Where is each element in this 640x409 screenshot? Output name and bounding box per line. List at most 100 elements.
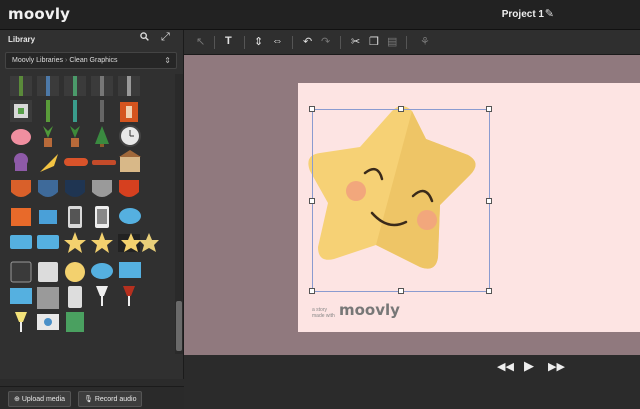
graphics-grid bbox=[0, 74, 176, 354]
graphic-thumb-chat[interactable] bbox=[91, 263, 113, 279]
graphic-thumb-pencil-5[interactable] bbox=[118, 76, 140, 96]
graphic-thumb-bubble-2[interactable] bbox=[37, 235, 59, 249]
graphic-thumb-cart[interactable] bbox=[39, 210, 57, 224]
redo-icon[interactable]: ↷ bbox=[321, 35, 330, 48]
resize-handle-nw[interactable] bbox=[309, 106, 315, 112]
graphic-thumb-pencil-4[interactable] bbox=[91, 76, 113, 96]
resize-handle-sw[interactable] bbox=[309, 288, 315, 294]
undo-icon[interactable]: ↶ bbox=[303, 35, 312, 48]
resize-handle-n[interactable] bbox=[398, 106, 404, 112]
graphic-thumb-pen-teal[interactable] bbox=[73, 100, 77, 122]
playback-bar: ◀◀ ▶ ▶▶ bbox=[184, 355, 640, 379]
record-label: Record audio bbox=[94, 396, 137, 403]
toolbar-divider bbox=[292, 36, 293, 49]
play-icon[interactable]: ▶ bbox=[524, 358, 534, 374]
resize-handle-s[interactable] bbox=[398, 288, 404, 294]
graphic-thumb-tablet-2[interactable] bbox=[38, 262, 58, 282]
graphic-thumb-shield-grey[interactable] bbox=[92, 180, 112, 197]
graphic-thumb-screen-2[interactable] bbox=[10, 288, 32, 304]
graphics-thumbnails bbox=[10, 76, 159, 332]
graphic-thumb-phone-2[interactable] bbox=[95, 206, 109, 228]
resize-handle-se[interactable] bbox=[486, 288, 492, 294]
fast-forward-icon[interactable]: ▶▶ bbox=[548, 360, 565, 373]
resize-handle-w[interactable] bbox=[309, 198, 315, 204]
cut-icon[interactable]: ✂ bbox=[351, 35, 360, 48]
graphic-thumb-tablet-1[interactable] bbox=[10, 261, 32, 283]
resize-handle-ne[interactable] bbox=[486, 106, 492, 112]
graphic-thumb-plant-1[interactable] bbox=[43, 126, 53, 147]
graphic-thumb-pencil-1[interactable] bbox=[10, 76, 32, 96]
graphic-thumb-piggy-bank[interactable] bbox=[11, 129, 31, 145]
graphic-thumb-star-2[interactable] bbox=[91, 232, 113, 253]
graphic-thumb-shield-orange[interactable] bbox=[11, 180, 31, 197]
graphic-thumb-extinguisher[interactable] bbox=[120, 102, 138, 122]
graphic-thumb-map[interactable] bbox=[37, 314, 59, 330]
rewind-icon[interactable]: ◀◀ bbox=[497, 360, 514, 373]
graphic-thumb-building[interactable] bbox=[119, 150, 141, 172]
breadcrumb-current[interactable]: Clean Graphics bbox=[69, 57, 117, 64]
graphic-thumb-sign[interactable] bbox=[10, 100, 32, 122]
graphic-thumb-plant-2[interactable] bbox=[70, 126, 80, 147]
graphic-thumb-pencil-3[interactable] bbox=[64, 76, 86, 96]
text-tool-icon[interactable]: T bbox=[225, 35, 232, 47]
align-horizontal-icon[interactable]: ⇔ bbox=[272, 35, 283, 47]
graphic-thumb-calculator[interactable] bbox=[66, 312, 84, 332]
library-breadcrumb[interactable]: Moovly Libraries › Clean Graphics ⇕ bbox=[5, 52, 177, 69]
toolbar-divider bbox=[214, 36, 215, 49]
toolbar-divider bbox=[244, 36, 245, 49]
resize-handle-e[interactable] bbox=[486, 198, 492, 204]
media-footer: ⊕ Upload media 🎙 Record audio bbox=[0, 386, 184, 409]
record-audio-button[interactable]: 🎙 Record audio bbox=[78, 391, 143, 407]
edit-pencil-icon[interactable]: ✎ bbox=[545, 7, 554, 20]
top-bar: moovly Project 1 ✎ bbox=[0, 0, 640, 30]
graphic-thumb-shield-red[interactable] bbox=[119, 180, 139, 197]
app-logo[interactable]: moovly bbox=[8, 5, 70, 23]
project-title[interactable]: Project 1 bbox=[502, 9, 544, 20]
graphic-thumb-hat[interactable] bbox=[65, 262, 85, 282]
library-scrollbar[interactable] bbox=[175, 74, 183, 354]
graphic-thumb-shopping-bag[interactable] bbox=[11, 208, 31, 226]
graphic-thumb-radiator[interactable] bbox=[37, 287, 59, 309]
upload-media-button[interactable]: ⊕ Upload media bbox=[8, 391, 72, 407]
graphic-thumb-pencil-2[interactable] bbox=[37, 76, 59, 96]
breadcrumb-root[interactable]: Moovly Libraries bbox=[12, 57, 63, 64]
copy-icon[interactable]: ❐ bbox=[369, 35, 379, 48]
graphic-thumb-shield-navy[interactable] bbox=[65, 180, 85, 197]
canvas[interactable]: a story made with moovly bbox=[298, 83, 640, 332]
graphic-thumb-glass-empty[interactable] bbox=[96, 286, 108, 306]
graphic-thumb-bubble-1[interactable] bbox=[10, 235, 32, 249]
graphic-thumb-glass-white[interactable] bbox=[15, 312, 27, 332]
upload-icon: ⊕ bbox=[14, 396, 20, 403]
paste-icon[interactable]: ▤ bbox=[387, 35, 397, 48]
breadcrumb-separator-icon: › bbox=[64, 57, 68, 64]
graphic-thumb-screen[interactable] bbox=[119, 262, 141, 278]
animation-icon[interactable]: ⚘ bbox=[420, 35, 430, 48]
graphic-thumb-jug[interactable] bbox=[68, 286, 82, 308]
graphic-thumb-pen-green[interactable] bbox=[46, 100, 50, 122]
graphic-thumb-octopus[interactable] bbox=[14, 153, 28, 171]
graphic-thumb-tree[interactable] bbox=[95, 126, 109, 147]
upload-label: Upload media bbox=[21, 396, 66, 403]
graphic-thumb-pen-dark[interactable] bbox=[100, 100, 104, 122]
stage-area: a story made with moovly bbox=[184, 55, 640, 355]
dropdown-chevron-icon[interactable]: ⇕ bbox=[164, 56, 171, 65]
graphic-thumb-scarf[interactable] bbox=[64, 158, 88, 166]
library-title: Library bbox=[8, 35, 36, 44]
align-vertical-icon[interactable]: ⇕ bbox=[254, 35, 263, 48]
select-pointer-icon[interactable]: ↖ bbox=[196, 35, 205, 48]
graphic-thumb-rocket[interactable] bbox=[40, 154, 58, 172]
expand-icon[interactable]: ⤢ bbox=[161, 31, 170, 44]
editor-toolbar: ↖ T ⇕ ⇔ ↶ ↷ ✂ ❐ ▤ ⚘ bbox=[184, 30, 640, 55]
graphic-thumb-glass-red[interactable] bbox=[123, 286, 135, 306]
graphic-thumb-star-1[interactable] bbox=[64, 232, 86, 253]
graphic-thumb-star-4[interactable] bbox=[139, 233, 159, 252]
graphic-thumb-speech-bubble[interactable] bbox=[119, 208, 141, 224]
graphic-thumb-clock[interactable] bbox=[119, 125, 141, 147]
scrollbar-thumb[interactable] bbox=[176, 301, 182, 351]
graphic-thumb-shield-blue[interactable] bbox=[38, 180, 58, 197]
selection-box[interactable] bbox=[309, 106, 492, 294]
graphic-thumb-bar[interactable] bbox=[92, 160, 116, 165]
search-icon[interactable] bbox=[140, 32, 149, 44]
watermark-logo: moovly bbox=[339, 301, 400, 319]
graphic-thumb-phone-1[interactable] bbox=[68, 206, 82, 228]
